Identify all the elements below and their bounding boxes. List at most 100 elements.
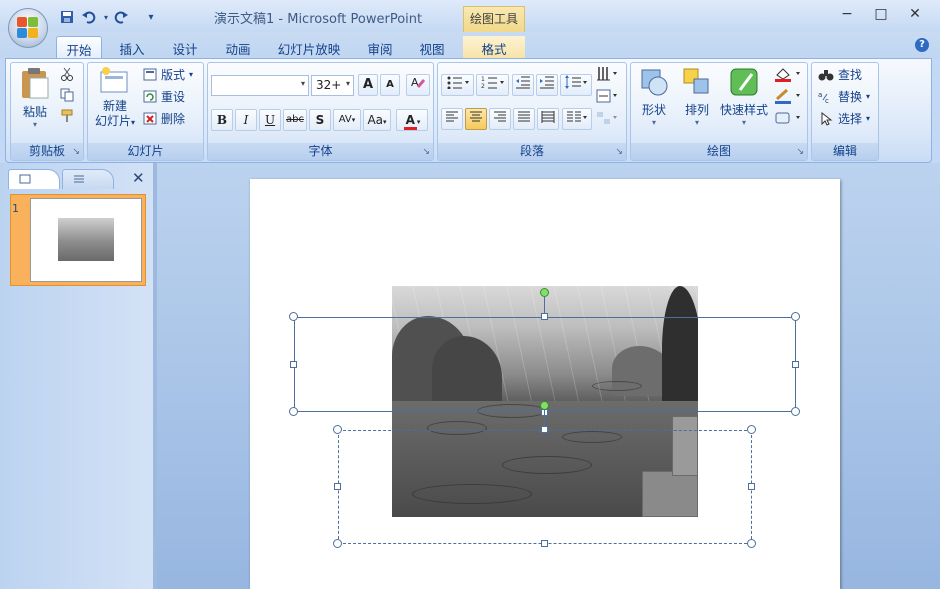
justify-icon [518,111,530,122]
align-text-icon[interactable] [596,88,620,107]
format-painter-icon[interactable] [60,109,74,126]
dialog-launcher-icon[interactable]: ↘ [72,147,80,157]
smartart-icon[interactable] [596,110,620,129]
tab-format[interactable]: 格式 [463,36,525,59]
chevron-down-icon: ▾ [741,118,746,127]
maximize-button[interactable]: □ [869,6,893,26]
resize-handle[interactable] [541,540,548,547]
quick-styles-label: 快速样式 [719,103,768,117]
tab-slide-show[interactable]: 幻灯片放映 [273,36,345,59]
tab-outline[interactable] [62,169,114,189]
font-color-button[interactable]: A ▾ [396,109,428,131]
close-pane-icon[interactable]: ✕ [132,169,145,187]
resize-handle[interactable] [541,313,548,320]
decrease-indent-button[interactable] [512,74,534,96]
numbering-button[interactable]: 12 [476,74,509,96]
tab-design[interactable]: 设计 [165,36,205,59]
resize-handle[interactable] [290,361,297,368]
strikethrough-button[interactable]: abc [283,109,307,131]
office-button[interactable] [8,8,48,48]
resize-handle[interactable] [792,361,799,368]
change-case-button[interactable]: Aa▾ [363,109,391,131]
text-direction-icon[interactable] [596,66,620,85]
cursor-arrow-icon [821,111,833,126]
distributed-button[interactable] [537,108,559,130]
dialog-launcher-icon[interactable]: ↘ [796,147,804,157]
resize-handle[interactable] [289,312,298,321]
resize-handle[interactable] [748,483,755,490]
text-shadow-button[interactable]: S [309,109,331,131]
resize-handle[interactable] [747,425,756,434]
grow-font-button[interactable]: A [358,74,378,96]
tab-review[interactable]: 审阅 [360,36,400,59]
shrink-font-button[interactable]: A [380,74,400,96]
textbox-selection-1[interactable] [294,317,796,412]
resize-handle[interactable] [333,425,342,434]
align-right-button[interactable] [489,108,511,130]
arrange-icon [683,68,709,94]
resize-handle[interactable] [333,539,342,548]
shape-fill-icon[interactable] [774,66,804,85]
shapes-button[interactable]: 形状 ▾ [636,66,672,136]
find-button[interactable]: 查找 [818,66,862,83]
help-icon[interactable]: ? [915,38,929,52]
paste-button[interactable]: 粘贴 ▾ [16,66,54,134]
reset-button[interactable]: 重设 [143,88,185,105]
tab-slides-thumbnails[interactable] [8,169,60,189]
svg-text:c: c [825,97,829,104]
bold-button[interactable]: B [211,109,233,131]
resize-handle[interactable] [289,407,298,416]
columns-button[interactable] [562,108,592,130]
resize-handle[interactable] [541,426,548,433]
copy-icon[interactable] [60,88,74,105]
underline-button[interactable]: U [259,109,281,131]
slide-thumbnail-icon [19,174,31,184]
undo-icon[interactable] [80,8,98,26]
clear-formatting-button[interactable]: A [406,74,430,96]
rotation-handle[interactable] [540,288,549,297]
align-center-button[interactable] [465,108,487,130]
layout-button[interactable]: 版式 ▾ [143,66,193,83]
character-spacing-button[interactable]: AV▾ [333,109,361,131]
line-spacing-button[interactable] [560,74,592,96]
dialog-launcher-icon[interactable]: ↘ [615,147,623,157]
textbox-selection-2[interactable] [338,430,752,544]
quick-styles-button[interactable]: 快速样式 ▾ [718,66,770,136]
customize-qat-icon[interactable]: ▾ [142,8,160,26]
arrange-button[interactable]: 排列 ▾ [679,66,715,136]
italic-button[interactable]: I [235,109,257,131]
redo-icon[interactable] [112,8,130,26]
close-button[interactable]: ✕ [903,6,927,26]
font-size-combo[interactable]: 32+ ▾ [311,75,354,96]
shape-effects-icon[interactable] [774,110,804,129]
font-name-combo[interactable]: ▾ [211,75,309,96]
resize-handle[interactable] [747,539,756,548]
tab-insert[interactable]: 插入 [112,36,152,59]
align-left-button[interactable] [441,108,463,130]
save-icon[interactable] [58,8,76,26]
new-slide-button[interactable]: 新建 幻灯片▾ [92,66,138,136]
tab-view[interactable]: 视图 [412,36,452,59]
dialog-launcher-icon[interactable]: ↘ [422,147,430,157]
group-label-slides: 幻灯片 [88,143,203,160]
resize-handle[interactable] [791,312,800,321]
delete-slide-button[interactable]: 删除 [143,110,185,127]
shape-outline-icon[interactable] [774,88,804,107]
rotation-handle[interactable] [540,401,549,410]
tab-home[interactable]: 开始 [56,36,102,59]
increase-indent-button[interactable] [536,74,558,96]
select-button[interactable]: 选择 ▾ [818,110,870,127]
tab-animations[interactable]: 动画 [218,36,258,59]
quick-styles-icon [730,68,758,96]
align-right-icon [494,111,506,122]
resize-handle[interactable] [334,483,341,490]
delete-label: 删除 [161,112,186,126]
paste-dropdown-icon[interactable]: ▾ [16,120,54,129]
minimize-button[interactable]: − [835,6,859,26]
bullets-button[interactable] [441,74,474,96]
cut-icon[interactable] [60,67,74,84]
replace-button[interactable]: ac 替换 ▾ [818,88,870,105]
slides-pane-tab-bar: ✕ [6,167,150,189]
justify-button[interactable] [513,108,535,130]
resize-handle[interactable] [791,407,800,416]
